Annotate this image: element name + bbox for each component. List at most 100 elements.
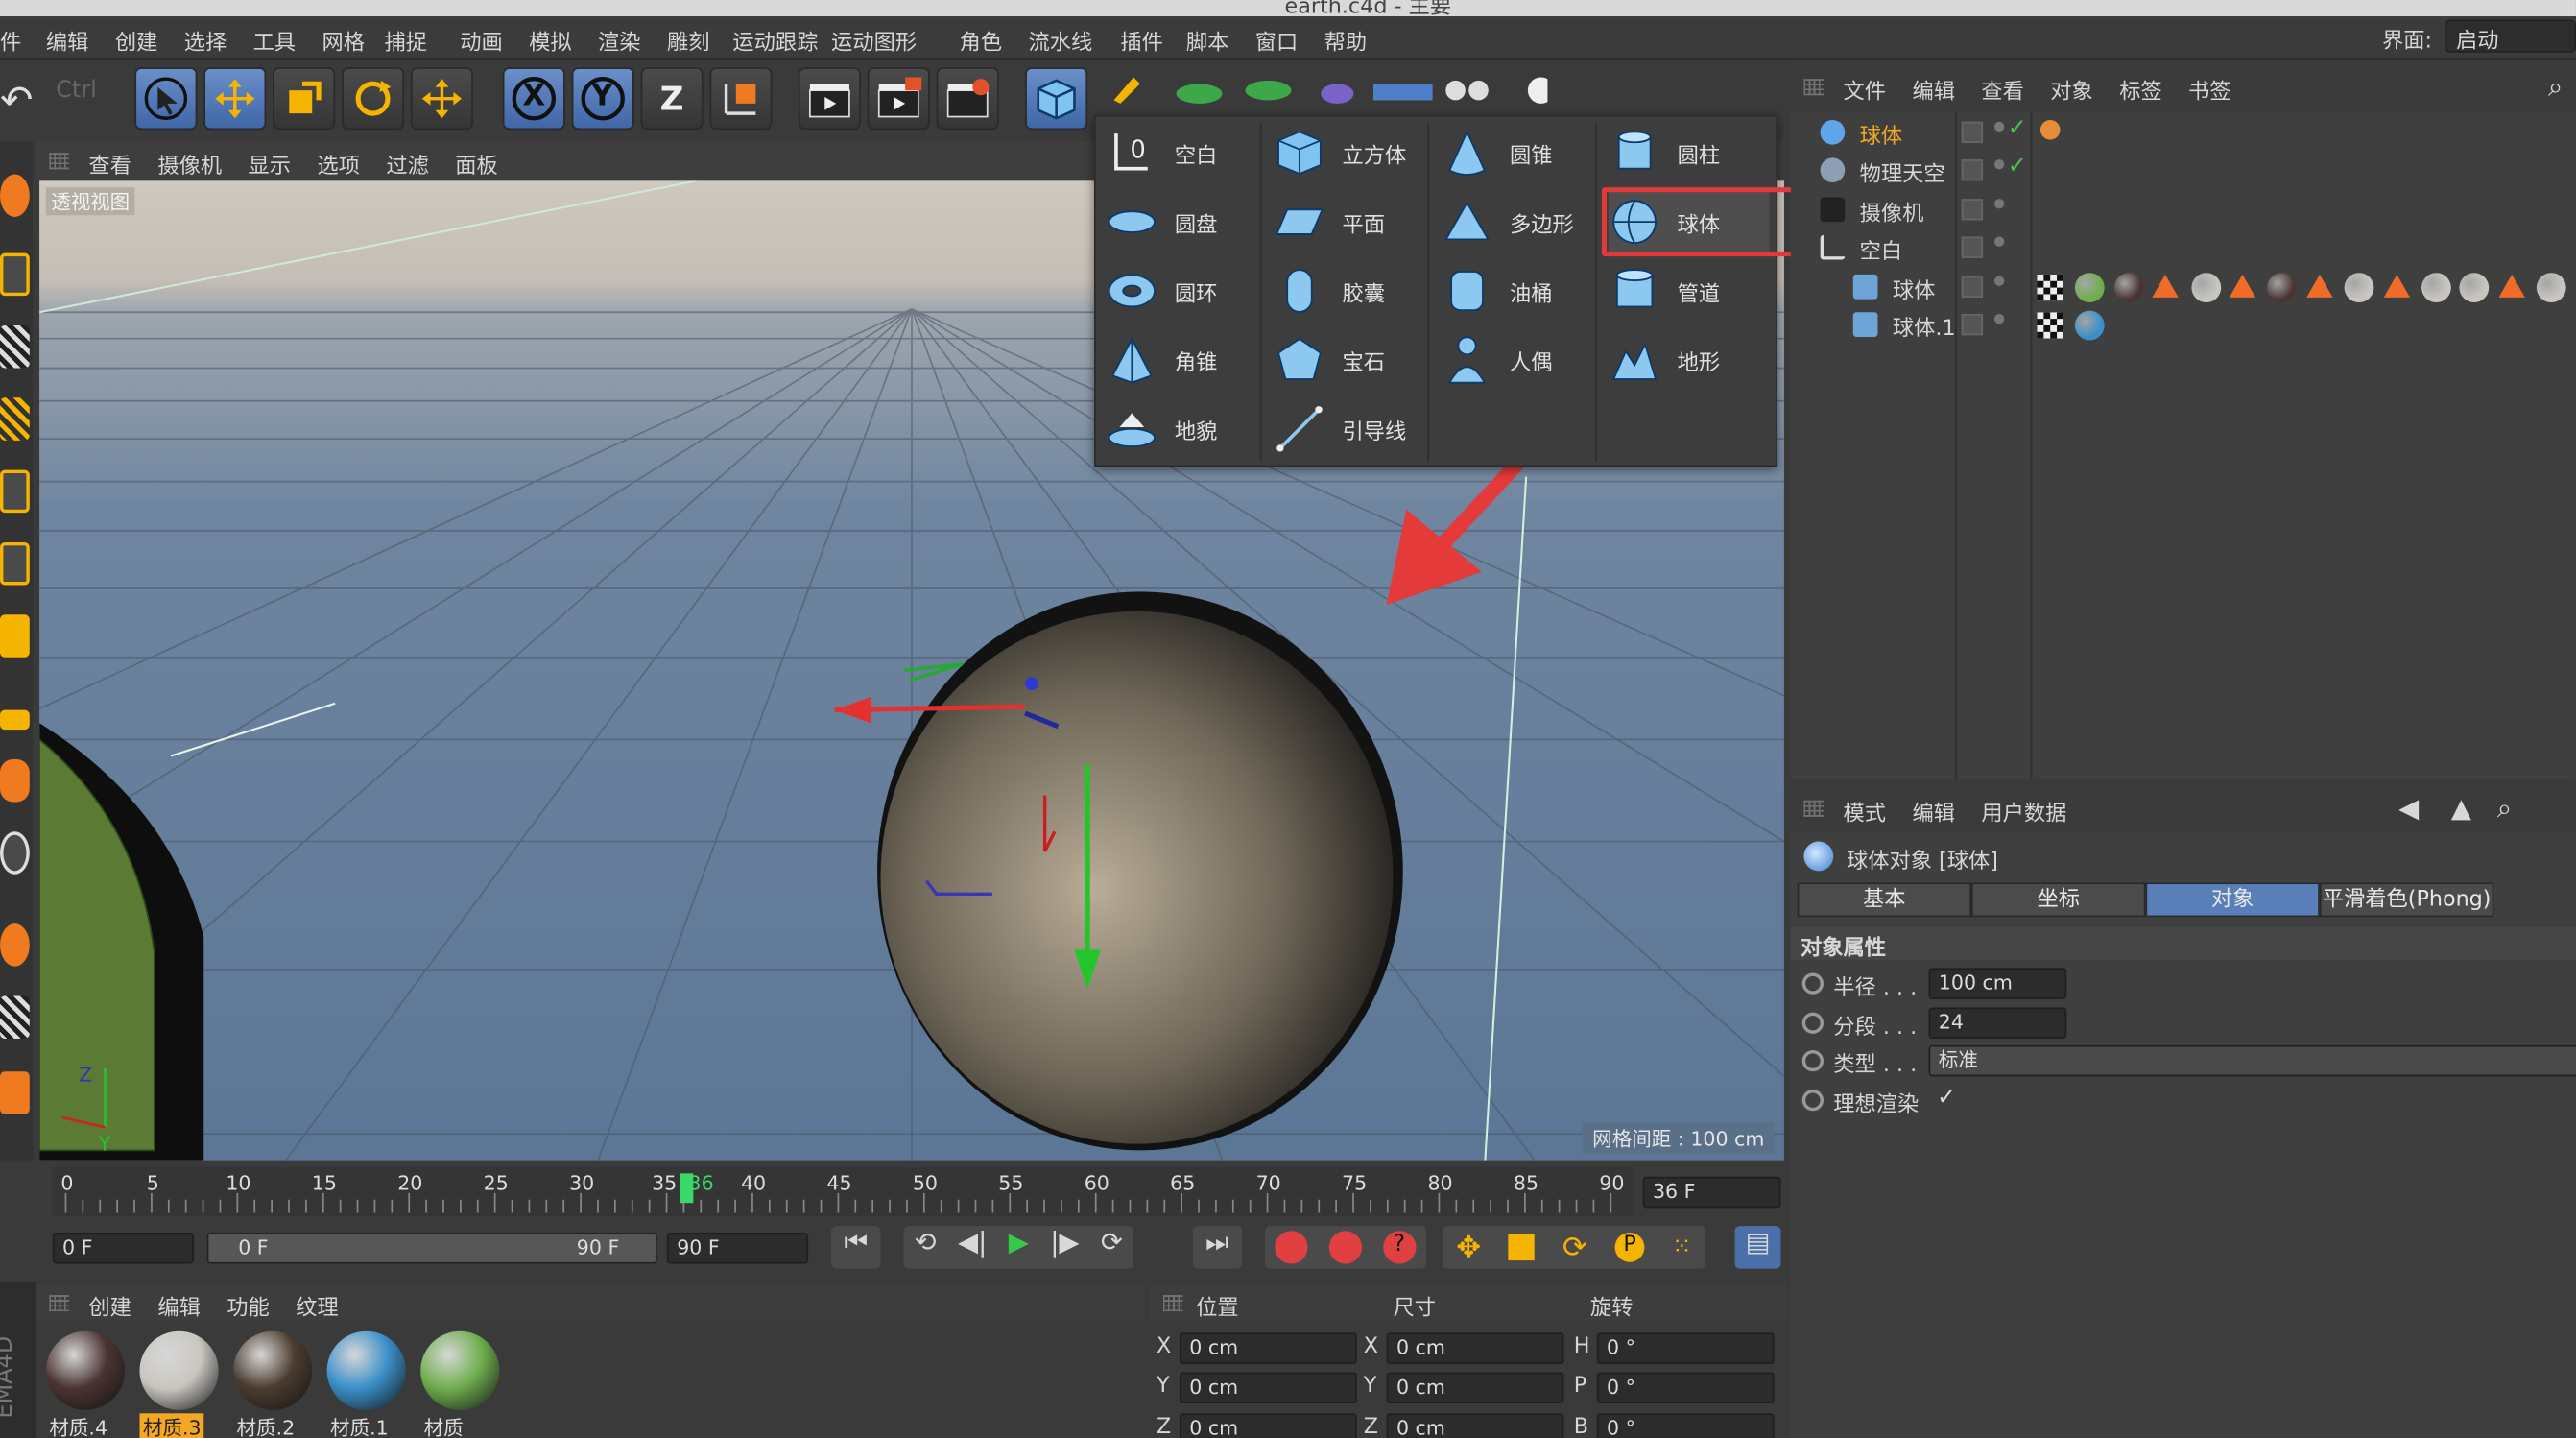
material-tag-icon[interactable] <box>2075 272 2106 302</box>
create-item-sphere[interactable]: 球体 <box>1601 187 1825 257</box>
render-picture-viewer-button[interactable] <box>867 67 930 131</box>
rotate-tool-button[interactable] <box>342 67 405 131</box>
material-tag-icon[interactable] <box>2537 272 2566 302</box>
render-settings-button[interactable] <box>936 67 999 131</box>
material-menu-item[interactable]: 创建 <box>88 1290 131 1322</box>
viewport-menu-item[interactable]: 摄像机 <box>157 148 222 180</box>
scale-key-icon[interactable] <box>1508 1234 1536 1261</box>
go-to-start-button[interactable]: ⏮ <box>831 1226 881 1269</box>
search-icon[interactable]: ⌕ <box>2548 71 2563 104</box>
check-icon[interactable]: ✓ <box>2008 154 2027 180</box>
attribute-value-field[interactable]: 24 <box>1928 1006 2067 1039</box>
grid-snap-icon[interactable] <box>0 1071 30 1114</box>
redo-icon[interactable]: Ctrl <box>56 77 108 120</box>
start-frame-field[interactable]: 0 F <box>52 1233 194 1264</box>
menu-item[interactable]: 角色 <box>960 25 1003 57</box>
material-tag-icon[interactable] <box>2190 272 2221 302</box>
animate-radio-icon[interactable] <box>1801 1050 1824 1072</box>
go-to-end-button[interactable]: ⏭ <box>1192 1226 1243 1269</box>
create-item-tube[interactable]: 管道 <box>1609 261 1770 321</box>
up-arrow-icon[interactable]: ▲ <box>2451 792 2471 824</box>
viewport-menu-item[interactable]: 显示 <box>249 148 292 180</box>
menu-item[interactable]: 动画 <box>460 25 503 57</box>
undo-icon[interactable]: ↶ <box>0 77 43 123</box>
coordinate-field[interactable]: 0 cm <box>1180 1332 1357 1364</box>
lock-icon[interactable] <box>0 995 30 1039</box>
viewport-menu-item[interactable]: 选项 <box>317 148 360 180</box>
menu-item[interactable]: 脚本 <box>1186 25 1229 57</box>
material-swatch[interactable]: 材质 <box>414 1328 508 1438</box>
record-key-icon[interactable] <box>1275 1231 1309 1264</box>
material-tag-icon[interactable] <box>2344 272 2374 302</box>
select-tool-button[interactable] <box>134 67 198 131</box>
coordinate-system-button[interactable] <box>709 67 773 131</box>
add-cube-button[interactable] <box>1025 67 1088 131</box>
next-key-icon[interactable]: ⟳ <box>1101 1226 1123 1269</box>
move-tool-button[interactable] <box>203 67 267 131</box>
tweak-mode-icon[interactable] <box>0 758 30 803</box>
menu-item[interactable]: 工具 <box>253 25 297 57</box>
dot-icon[interactable] <box>1994 198 2005 209</box>
create-item-capsule[interactable]: 胶囊 <box>1274 261 1435 321</box>
create-item-cube[interactable]: 立方体 <box>1274 123 1435 182</box>
texture-tag-icon[interactable] <box>2037 312 2063 339</box>
create-item-relief[interactable]: 地貌 <box>1106 399 1267 459</box>
play-icon[interactable]: ▶ <box>1009 1226 1029 1269</box>
create-item-cone[interactable]: 圆锥 <box>1441 123 1602 182</box>
attribute-value-field[interactable]: 100 cm <box>1928 968 2067 999</box>
create-item-guide[interactable]: 引导线 <box>1274 399 1435 459</box>
material-tag-icon[interactable] <box>2075 310 2106 341</box>
attr-tab[interactable]: 平滑着色(Phong) <box>2319 882 2494 918</box>
material-menu-item[interactable]: 编辑 <box>157 1290 201 1322</box>
dot-icon[interactable] <box>1994 275 2005 286</box>
visibility-toggle[interactable] <box>1961 236 1984 259</box>
menu-item[interactable]: 窗口 <box>1255 25 1299 57</box>
y-axis-lock-button[interactable]: Y <box>571 67 634 131</box>
x-axis-lock-button[interactable]: X <box>502 67 565 131</box>
om-menu-item[interactable]: 编辑 <box>1912 74 1955 106</box>
material-swatch[interactable]: 材质.1 <box>321 1328 415 1438</box>
model-mode-icon[interactable] <box>0 252 30 297</box>
menu-item[interactable]: 运动跟踪 <box>732 25 818 57</box>
visibility-toggle[interactable] <box>1961 121 1984 143</box>
dot-icon[interactable] <box>1994 313 2005 324</box>
points-mode-icon[interactable] <box>0 469 30 514</box>
material-tag-icon[interactable] <box>2382 274 2410 298</box>
menu-item[interactable]: 件 <box>0 25 21 57</box>
menu-item[interactable]: 插件 <box>1120 25 1163 57</box>
create-item-plane[interactable]: 平面 <box>1274 192 1435 252</box>
coordinate-field[interactable]: 0 cm <box>1180 1412 1357 1438</box>
material-tag-icon[interactable] <box>2267 272 2298 302</box>
material-tag-icon[interactable] <box>2498 274 2525 298</box>
z-axis-lock-button[interactable]: Z <box>640 67 704 131</box>
object-row[interactable]: 球体 ✓ <box>1791 115 2576 152</box>
animate-radio-icon[interactable] <box>1801 1089 1824 1111</box>
menu-item[interactable]: 选择 <box>184 25 227 57</box>
dot-icon[interactable] <box>1994 159 2005 171</box>
create-item-figure[interactable]: 人偶 <box>1441 330 1602 390</box>
end-frame-field[interactable]: 90 F <box>666 1233 809 1264</box>
timeline-window-button[interactable]: ▤ <box>1734 1226 1781 1269</box>
create-item-platonic[interactable]: 宝石 <box>1274 330 1435 390</box>
prev-key-icon[interactable]: ⟲ <box>915 1226 937 1269</box>
menu-item[interactable]: 运动图形 <box>831 25 917 57</box>
bake-icon[interactable] <box>0 174 30 217</box>
attr-menu-item[interactable]: 编辑 <box>1912 796 1955 827</box>
om-menu-item[interactable]: 标签 <box>2119 74 2162 106</box>
attr-menu-item[interactable]: 用户数据 <box>1981 796 2066 827</box>
menu-item[interactable]: 雕刻 <box>667 25 710 57</box>
viewport-menu-item[interactable]: 查看 <box>88 148 131 180</box>
coordinate-field[interactable]: 0 ° <box>1596 1373 1775 1404</box>
material-menu-item[interactable]: 纹理 <box>296 1290 339 1322</box>
help-key-icon[interactable]: ? <box>1382 1231 1416 1264</box>
menu-item[interactable]: 帮助 <box>1324 25 1368 57</box>
menu-item[interactable]: 网格 <box>322 25 365 57</box>
object-row[interactable]: 球体.1 <box>1791 307 2576 344</box>
texture-tag-icon[interactable] <box>2037 274 2063 300</box>
animate-radio-icon[interactable] <box>1801 972 1824 995</box>
snap-icon[interactable] <box>0 831 30 875</box>
coordinate-field[interactable]: 0 cm <box>1386 1412 1564 1438</box>
check-icon[interactable]: ✓ <box>2008 115 2027 141</box>
prev-frame-icon[interactable]: ◀| <box>958 1226 987 1269</box>
axis-mode-icon[interactable] <box>0 709 30 731</box>
